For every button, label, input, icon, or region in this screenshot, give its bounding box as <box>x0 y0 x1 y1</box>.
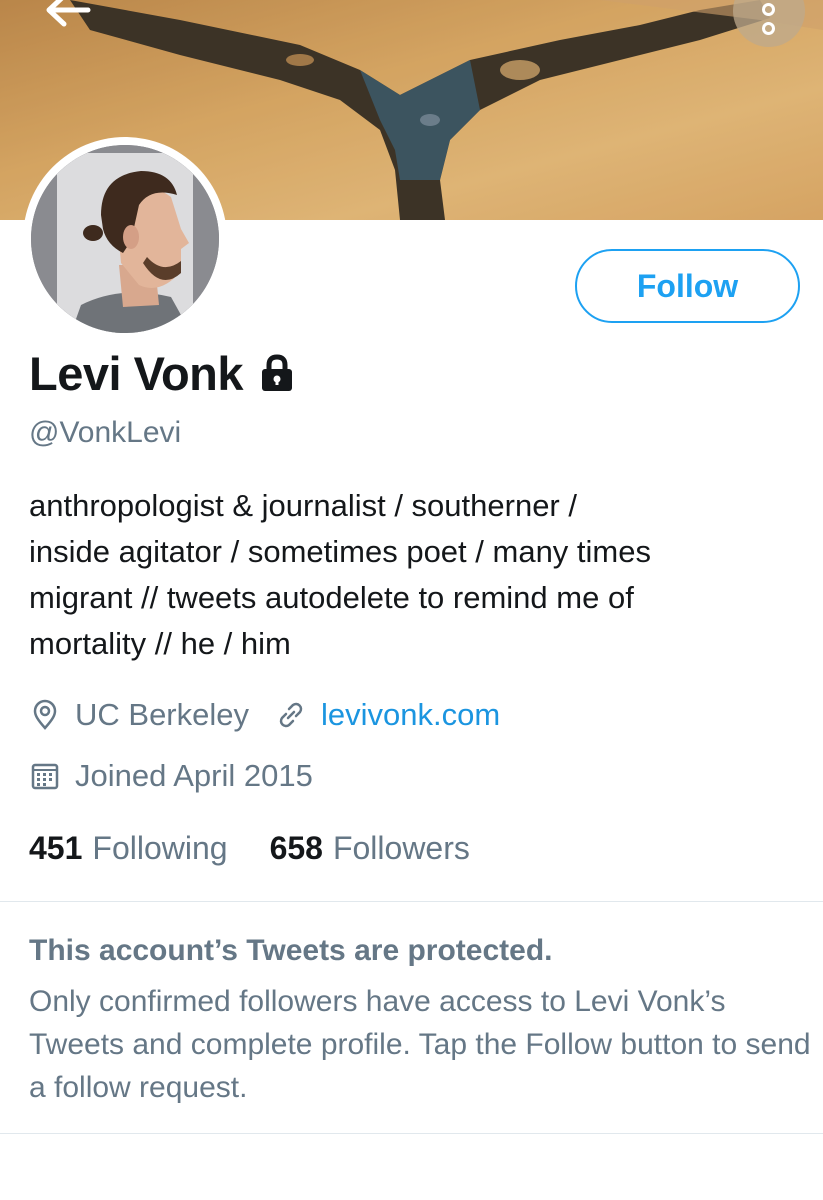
profile-handle: @VonkLevi <box>29 416 182 449</box>
more-vertical-icon <box>762 3 775 16</box>
profile-website-link[interactable]: levivonk.com <box>321 697 500 733</box>
profile-location: UC Berkeley <box>75 697 249 732</box>
lock-icon <box>262 354 293 391</box>
divider <box>0 901 823 902</box>
location-pin-icon <box>33 699 57 730</box>
profile-joined-date: Joined April 2015 <box>75 758 313 793</box>
profile-name-row: Levi Vonk <box>29 343 295 403</box>
following-label: Following <box>92 830 228 866</box>
arrow-left-icon <box>46 0 91 27</box>
bio-line: anthropologist & journalist / southerner… <box>29 488 577 523</box>
protected-notice-title: This account’s Tweets are protected. <box>29 934 553 967</box>
more-vertical-icon-dot <box>762 22 775 35</box>
followers-label: Followers <box>332 830 470 866</box>
calendar-icon <box>31 763 59 790</box>
profile-stats: 451 Following 658 Followers <box>29 830 512 867</box>
divider <box>0 1133 823 1134</box>
profile-name: Levi Vonk <box>29 346 244 400</box>
avatar[interactable] <box>31 145 219 333</box>
protected-notice-body: Only confirmed followers have access to … <box>29 985 811 1104</box>
back-button[interactable] <box>40 0 96 32</box>
following-count: 451 <box>29 830 83 866</box>
follow-button[interactable]: Follow <box>575 249 800 323</box>
profile-meta-location-website: UC Berkeley levivonk.com <box>29 697 500 733</box>
bio-line: migrant // tweets autodelete to remind m… <box>29 580 634 615</box>
following-stat[interactable]: 451 Following <box>29 830 228 867</box>
bio-line: mortality // he / him <box>29 626 291 661</box>
profile-bio: anthropologist & journalist / southerner… <box>29 483 799 667</box>
followers-count: 658 <box>269 830 323 866</box>
profile-meta-joined: Joined April 2015 <box>29 758 313 794</box>
bio-line: inside agitator / sometimes poet / many … <box>29 534 651 569</box>
followers-stat[interactable]: 658 Followers <box>270 830 470 867</box>
link-icon <box>279 702 303 728</box>
